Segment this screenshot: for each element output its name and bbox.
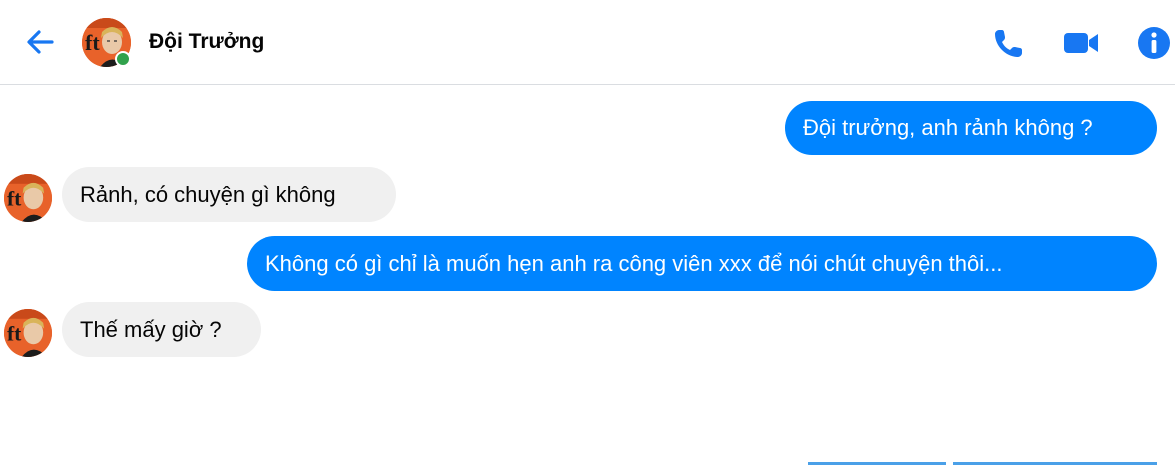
contact-avatar-small[interactable]: ft xyxy=(4,309,52,357)
svg-text:ft: ft xyxy=(7,186,22,210)
chat-header: ft Đội Trưởng xyxy=(0,0,1175,85)
message-text: Đội trưởng, anh rảnh không ? xyxy=(803,115,1093,140)
back-arrow-icon[interactable] xyxy=(22,24,58,60)
svg-text:ft: ft xyxy=(7,321,22,345)
incoming-message-bubble[interactable]: Thế mấy giờ ? xyxy=(62,302,261,357)
outgoing-message-bubble[interactable]: Đội trưởng, anh rảnh không ? xyxy=(785,101,1157,155)
contact-avatar-small[interactable]: ft xyxy=(4,174,52,222)
outgoing-message-bubble[interactable]: Không có gì chỉ là muốn hẹn anh ra công … xyxy=(247,236,1157,291)
incoming-message-bubble[interactable]: Rảnh, có chuyện gì không xyxy=(62,167,396,222)
message-text: Rảnh, có chuyện gì không xyxy=(80,181,336,207)
online-status-dot xyxy=(115,51,131,67)
contact-name[interactable]: Đội Trưởng xyxy=(149,30,264,54)
video-camera-icon[interactable] xyxy=(1062,24,1100,62)
svg-text:ft: ft xyxy=(85,30,100,55)
message-text: Không có gì chỉ là muốn hẹn anh ra công … xyxy=(265,250,1003,276)
phone-icon[interactable] xyxy=(990,24,1028,62)
message-text: Thế mấy giờ ? xyxy=(80,316,222,342)
info-icon[interactable] xyxy=(1135,24,1173,62)
